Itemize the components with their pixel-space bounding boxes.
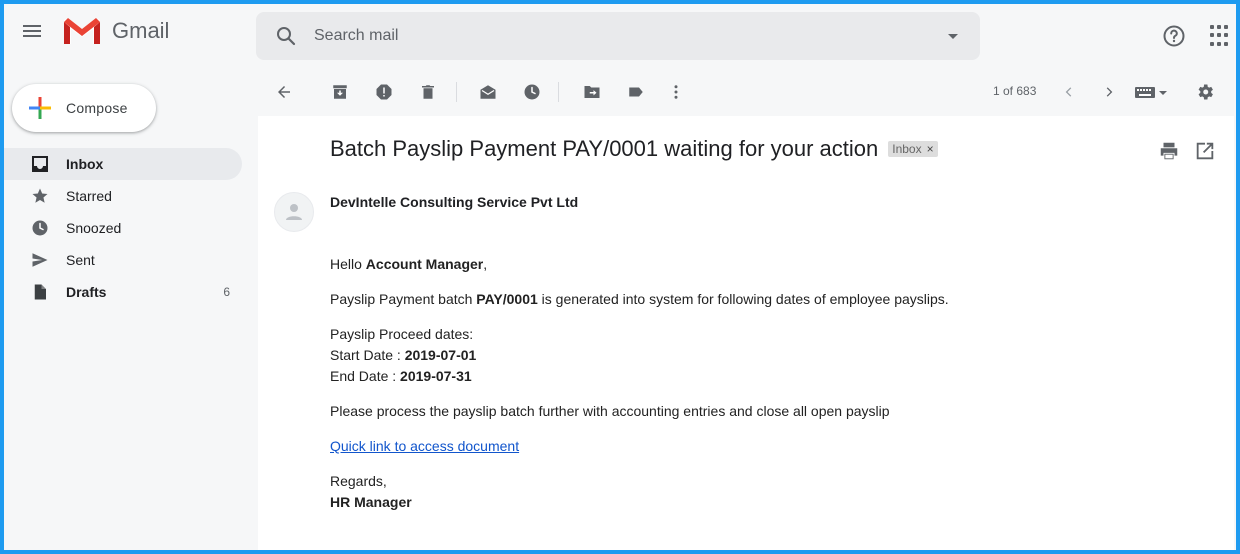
app-name: Gmail <box>112 18 170 43</box>
archive-icon[interactable] <box>328 80 352 104</box>
start-date-label: Start Date : <box>330 347 405 363</box>
pager-count: 1 of 683 <box>993 84 1037 98</box>
settings-icon[interactable] <box>1193 80 1217 104</box>
label-chip-text: Inbox <box>892 142 922 156</box>
gmail-m-icon <box>64 18 100 44</box>
message-view: Batch Payslip Payment PAY/0001 waiting f… <box>258 116 1234 550</box>
email-subject: Batch Payslip Payment PAY/0001 waiting f… <box>330 136 879 161</box>
remove-label-icon[interactable]: × <box>927 142 934 156</box>
sidebar-item-snoozed[interactable]: Snoozed <box>4 212 242 244</box>
person-icon <box>286 204 302 220</box>
move-to-icon[interactable] <box>580 80 604 104</box>
mark-unread-icon[interactable] <box>476 80 500 104</box>
more-icon[interactable] <box>664 80 688 104</box>
sidebar-item-starred[interactable]: Starred <box>4 180 242 212</box>
main-menu-icon[interactable] <box>20 22 44 46</box>
inbox-label-chip[interactable]: Inbox × <box>888 141 938 157</box>
next-icon[interactable] <box>1097 80 1121 104</box>
google-apps-icon[interactable] <box>1210 25 1232 47</box>
search-options-dropdown-icon[interactable] <box>948 34 958 39</box>
end-date-value: 2019-07-31 <box>400 368 472 384</box>
sidebar-nav: Inbox Starred Snoozed Sent Drafts 6 <box>4 148 244 308</box>
compose-label: Compose <box>66 100 128 116</box>
end-date-label: End Date : <box>330 368 401 384</box>
toolbar-divider <box>456 82 457 102</box>
compose-button[interactable]: Compose <box>12 84 156 132</box>
search-bar[interactable] <box>256 12 980 60</box>
send-icon <box>30 250 50 270</box>
recipient-name: Account Manager <box>365 256 484 272</box>
sidebar-item-label: Inbox <box>66 156 104 172</box>
batch-line: Payslip Payment batch PAY/0001 is genera… <box>330 291 949 307</box>
delete-icon[interactable] <box>416 80 440 104</box>
gmail-window: Gmail Compose <box>0 0 1240 554</box>
sidebar-item-drafts[interactable]: Drafts 6 <box>4 276 242 308</box>
draft-icon <box>30 282 50 302</box>
label-icon[interactable] <box>624 80 648 104</box>
compose-plus-icon <box>29 97 51 119</box>
clock-icon <box>30 218 50 238</box>
dates-heading: Payslip Proceed dates: <box>330 326 474 342</box>
signature-block: Regards, HR Manager <box>330 471 1190 513</box>
search-input[interactable] <box>314 27 914 45</box>
help-icon[interactable] <box>1162 24 1186 48</box>
back-icon[interactable] <box>272 80 296 104</box>
toolbar-divider <box>558 82 559 102</box>
sidebar-item-inbox[interactable]: Inbox <box>4 148 242 180</box>
inbox-icon <box>30 154 50 174</box>
dates-block: Payslip Proceed dates: Start Date : 2019… <box>330 324 1190 387</box>
drafts-count: 6 <box>223 285 230 299</box>
sidebar-item-label: Drafts <box>66 284 107 300</box>
sidebar-item-label: Snoozed <box>66 220 122 236</box>
print-icon[interactable] <box>1158 140 1180 162</box>
prev-icon[interactable] <box>1057 80 1081 104</box>
document-link[interactable]: Quick link to access document <box>330 438 519 454</box>
message-toolbar: 1 of 683 <box>260 72 1230 112</box>
sender-avatar[interactable] <box>274 192 314 232</box>
snooze-icon[interactable] <box>520 80 544 104</box>
open-new-window-icon[interactable] <box>1194 140 1216 162</box>
start-date-value: 2019-07-01 <box>404 347 477 363</box>
greeting-line: Hello Account Manager, <box>330 256 488 272</box>
sidebar-item-sent[interactable]: Sent <box>4 244 242 276</box>
regards-text: Regards, <box>330 473 387 489</box>
batch-reference: PAY/0001 <box>476 291 538 307</box>
keyboard-icon[interactable] <box>1134 80 1168 104</box>
subject-row: Batch Payslip Payment PAY/0001 waiting f… <box>330 136 938 162</box>
sidebar-item-label: Starred <box>66 188 112 204</box>
link-paragraph: Quick link to access document <box>330 436 1190 457</box>
top-bar: Gmail <box>4 4 1236 66</box>
report-spam-icon[interactable] <box>372 80 396 104</box>
signature-name: HR Manager <box>330 494 412 510</box>
star-icon <box>30 186 50 206</box>
search-icon[interactable] <box>274 24 298 48</box>
sidebar-item-label: Sent <box>66 252 95 268</box>
gmail-logo[interactable]: Gmail <box>62 16 169 46</box>
email-body: Hello Account Manager, Payslip Payment b… <box>330 254 1190 527</box>
instruction-line: Please process the payslip batch further… <box>330 403 890 419</box>
sender-name[interactable]: DevIntelle Consulting Service Pvt Ltd <box>330 194 578 210</box>
